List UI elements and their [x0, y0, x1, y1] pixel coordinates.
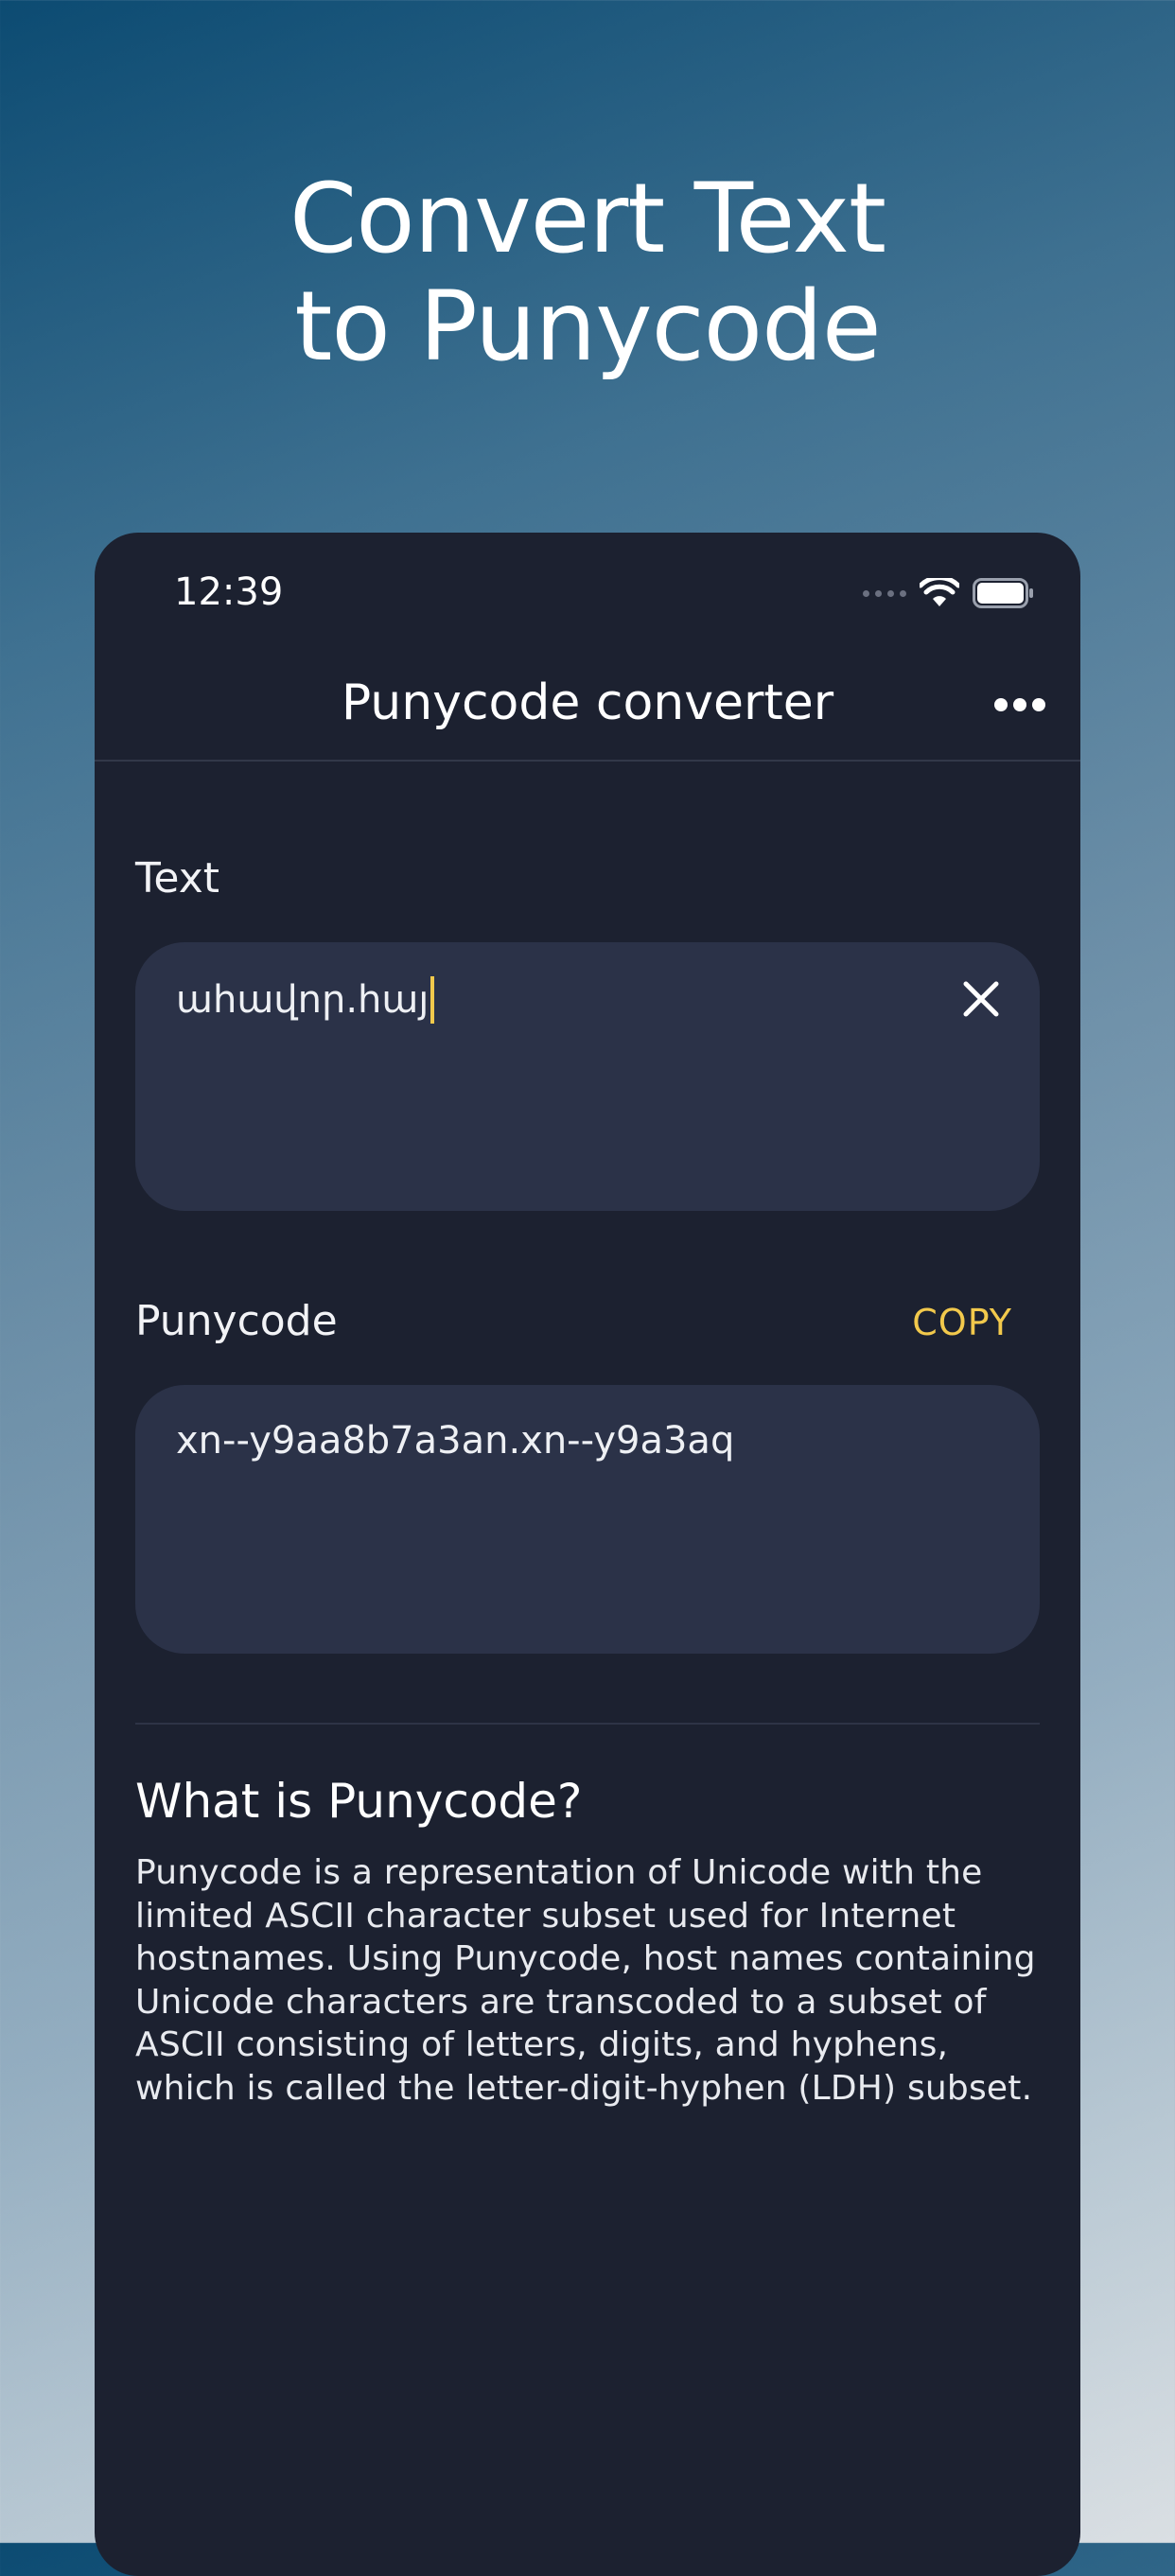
- headline-line-2: to Punycode: [294, 271, 881, 383]
- status-bar: 12:39: [95, 533, 1080, 656]
- wifi-icon: [920, 578, 959, 606]
- marketing-headline: Convert Text to Punycode: [0, 166, 1175, 381]
- punycode-output: xn--y9aa8b7a3an.xn--y9a3aq: [135, 1385, 1040, 1654]
- close-icon[interactable]: [960, 978, 1002, 1020]
- status-time: 12:39: [174, 570, 284, 614]
- text-input-value-row: ահավոր.հայ: [176, 976, 435, 1024]
- copy-button[interactable]: COPY: [912, 1302, 1012, 1343]
- headline-line-1: Convert Text: [289, 163, 886, 275]
- navigation-bar: Punycode converter: [95, 656, 1080, 762]
- text-input-value: ահավոր.հայ: [176, 978, 430, 1022]
- info-body: Punycode is a representation of Unicode …: [135, 1853, 1036, 2108]
- more-icon[interactable]: [991, 688, 1048, 722]
- signal-icon: [863, 589, 906, 597]
- status-icons: [863, 578, 1035, 608]
- text-input[interactable]: ահավոր.հայ: [135, 942, 1040, 1211]
- info-heading: What is Punycode?: [135, 1774, 583, 1829]
- divider: [135, 1723, 1040, 1725]
- punycode-output-value: xn--y9aa8b7a3an.xn--y9a3aq: [176, 1419, 735, 1463]
- text-cursor: [430, 976, 435, 1024]
- battery-icon: [973, 578, 1033, 608]
- app-screen: 12:39 Punycode converter Text ահավոր.հայ…: [95, 533, 1080, 2576]
- screen-title: Punycode converter: [341, 675, 834, 731]
- punycode-section-label: Punycode: [135, 1297, 338, 1345]
- text-section-label: Text: [135, 854, 219, 902]
